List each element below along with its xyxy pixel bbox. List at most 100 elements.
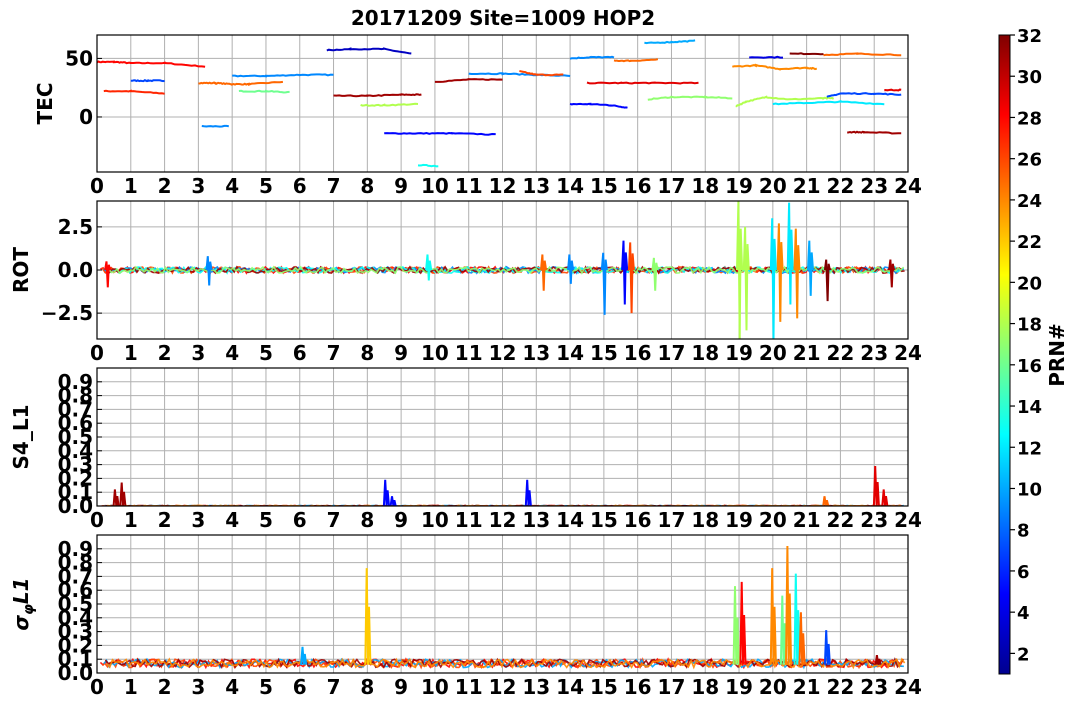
colorbar-tick-label: 6: [1017, 562, 1030, 583]
x-tick-label: 22: [826, 174, 854, 198]
colorbar-tick-label: 14: [1017, 397, 1042, 418]
x-tick-label: 11: [455, 341, 483, 365]
x-tick-label: 2: [158, 341, 172, 365]
x-tick-label: 20: [759, 508, 787, 532]
x-tick-label: 23: [860, 508, 888, 532]
x-tick-label: 20: [759, 675, 787, 699]
y-tick-label: 0: [79, 105, 93, 129]
x-tick-label: 0: [90, 341, 104, 365]
x-tick-label: 8: [360, 508, 374, 532]
x-tick-label: 14: [556, 174, 584, 198]
x-tick-label: 14: [556, 675, 584, 699]
spike-prn-28: [104, 261, 112, 288]
panel-1: 0 1 2 3 4 5 6 7 8 9 10 11 12 13 14 15 16 17 18 19 20 21 22 23 24…: [33, 34, 922, 198]
x-tick-label: 18: [691, 341, 719, 365]
panel-2: 0 1 2 3 4 5 6 7 8 9 10 11 12 13 14 15 16 17 18 19 20 21 22 23 24…: [9, 200, 922, 365]
x-tick-label: 3: [191, 675, 205, 699]
tec-arc-prn-9: [232, 73, 334, 78]
x-tick-label: 9: [394, 174, 408, 198]
y-tick-label: 0.9: [58, 537, 93, 561]
x-tick-label: 15: [590, 508, 618, 532]
spike-prn-24: [776, 223, 784, 322]
colorbar-tick-label: 30: [1017, 67, 1042, 88]
spike-prn-10: [300, 646, 308, 665]
x-tick-label: 22: [826, 341, 854, 365]
tec-arc-prn-9: [201, 124, 229, 128]
colorbar-tick-label: 12: [1017, 438, 1042, 459]
colorbar-tick-label: 26: [1017, 150, 1042, 171]
x-tick-label: 2: [158, 675, 172, 699]
colorbar-tick-label: 2: [1017, 644, 1030, 665]
x-tick-label: 9: [394, 508, 408, 532]
spike-prn-13: [793, 573, 801, 665]
tec-arc-prn-18: [360, 102, 419, 107]
tec-arc-prn-31: [847, 130, 902, 135]
spike-prn-18: [736, 201, 744, 339]
x-tick-label: 10: [421, 508, 449, 532]
spike-prn-5: [524, 479, 532, 506]
spike-prn-22: [364, 568, 372, 665]
x-tick-label: 14: [556, 341, 584, 365]
panel-3: 0 1 2 3 4 5 6 7 8 9 10 11 12 13 14 15 16 17 18 19 20 21 22 23 24…: [9, 367, 922, 532]
spike-prn-24: [785, 545, 793, 665]
tec-arc-prn-25: [613, 58, 659, 63]
x-tick-label: 24: [894, 341, 922, 365]
x-tick-label: 6: [293, 174, 307, 198]
x-tick-label: 21: [793, 675, 821, 699]
x-tick-label: 6: [293, 675, 307, 699]
x-tick-label: 19: [725, 508, 753, 532]
spike-prn-32: [823, 259, 831, 302]
x-tick-label: 4: [225, 675, 239, 699]
spike-prn-26: [627, 242, 635, 314]
x-tick-label: 24: [894, 508, 922, 532]
y-tick-label: 2.5: [58, 215, 93, 239]
x-tick-label: 20: [759, 341, 787, 365]
x-tick-label: 19: [725, 174, 753, 198]
x-tick-label: 17: [658, 508, 686, 532]
tec-arc-prn-29: [586, 81, 699, 85]
y-axis-label: S4_L1: [9, 405, 33, 470]
x-tick-label: 2: [158, 174, 172, 198]
y-axis-label: ROT: [9, 247, 33, 293]
x-tick-label: 13: [522, 508, 550, 532]
spike-prn-9: [567, 254, 575, 284]
tec-arc-prn-7: [826, 92, 902, 98]
x-tick-label: 1: [124, 341, 138, 365]
plot-area: [97, 39, 902, 168]
x-tick-label: 21: [793, 508, 821, 532]
x-tick-label: 18: [691, 174, 719, 198]
colorbar-label: PRN#: [1045, 323, 1069, 387]
y-axis-label: TEC: [33, 83, 57, 125]
x-tick-label: 16: [624, 675, 652, 699]
x-tick-label: 16: [624, 508, 652, 532]
x-tick-label: 5: [259, 508, 273, 532]
x-tick-label: 3: [191, 174, 205, 198]
y-axis-label: σφL1: [9, 577, 37, 630]
figure-canvas: 20171209 Site=1009 HOP2 0 1 2 3 4 5 6 7 8 9 10 11 12…: [9, 6, 1069, 699]
y-tick-label: 0.9: [58, 370, 93, 394]
x-tick-label: 8: [360, 675, 374, 699]
colorbar-tick-label: 32: [1017, 26, 1042, 47]
spike-prn-9: [600, 252, 608, 315]
x-tick-label: 17: [658, 675, 686, 699]
spike-prn-17: [732, 586, 740, 665]
x-tick-label: 3: [191, 341, 205, 365]
x-tick-label: 7: [327, 341, 341, 365]
x-tick-label: 2: [158, 508, 172, 532]
x-tick-label: 6: [293, 341, 307, 365]
x-tick-label: 3: [191, 508, 205, 532]
tec-arc-prn-12: [772, 100, 885, 106]
x-tick-label: 7: [327, 675, 341, 699]
x-tick-label: 15: [590, 174, 618, 198]
x-tick-label: 19: [725, 341, 753, 365]
x-tick-label: 5: [259, 675, 273, 699]
spike-prn-28: [739, 581, 747, 665]
x-tick-label: 0: [90, 174, 104, 198]
tec-arc-prn-3: [326, 47, 412, 55]
tec-arc-prn-13: [417, 163, 439, 168]
chart-title: 20171209 Site=1009 HOP2: [351, 6, 655, 30]
tec-arc-prn-5: [384, 131, 496, 136]
tec-arc-prn-10: [644, 39, 696, 45]
x-tick-label: 12: [489, 508, 517, 532]
x-tick-label: 8: [360, 341, 374, 365]
